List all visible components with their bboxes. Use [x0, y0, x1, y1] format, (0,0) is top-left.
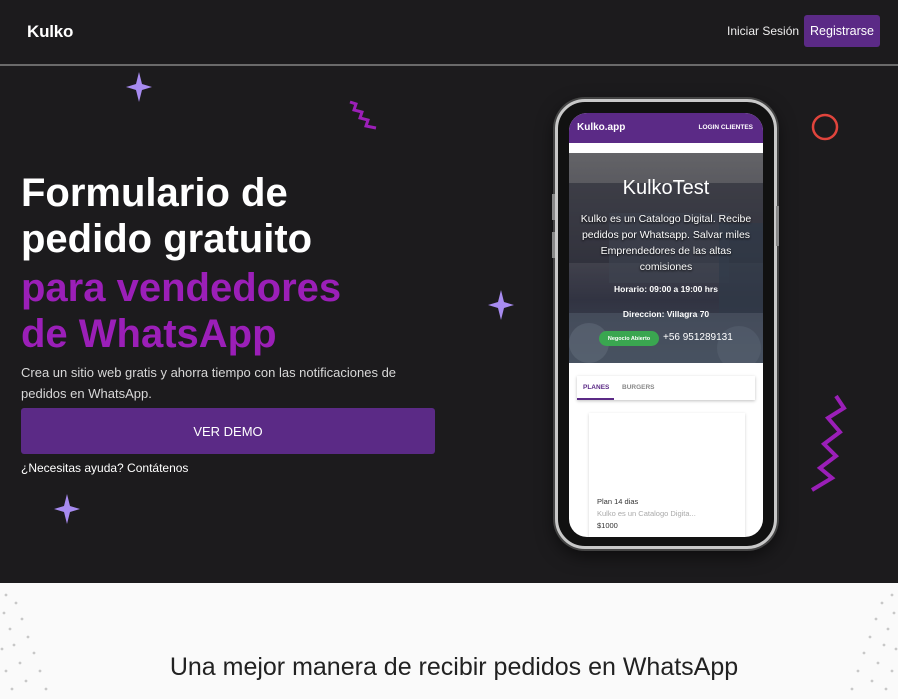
app-bar: Kulko.app LOGIN CLIENTES	[569, 113, 763, 143]
zigzag-icon	[810, 394, 847, 492]
hero-heading-line: Formulario de	[21, 171, 288, 215]
section-heading: Una mejor manera de recibir pedidos en W…	[169, 653, 739, 681]
status-badge: Negocio Abierto	[599, 331, 659, 346]
shop-banner: KulkoTest Kulko es un Catalogo Digital. …	[569, 153, 763, 363]
hero-description: Crea un sitio web gratis y ahorra tiempo…	[21, 365, 397, 401]
hero-heading: Formulario de pedido gratuito	[21, 170, 441, 262]
app-title[interactable]: Kulko.app	[577, 122, 625, 133]
shop-hours: Horario: 09:00 a 19:00 hrs	[614, 284, 718, 294]
hero-section: Formulario de pedido gratuito para vende…	[0, 66, 898, 583]
sparkle-icon	[488, 290, 514, 320]
ring-icon	[811, 113, 839, 141]
shop-description: Kulko es un Catalogo Digital. Recibe ped…	[580, 213, 752, 273]
kulko-logo[interactable]: Kulko	[27, 22, 73, 42]
login-link[interactable]: Iniciar Sesión	[727, 24, 799, 38]
sparkle-icon	[126, 72, 152, 102]
top-nav: Kulko Iniciar Sesión Registrarse	[0, 0, 898, 66]
hero-heading-line: pedido gratuito	[21, 217, 313, 261]
phone-side-button	[552, 194, 555, 220]
shop-address: Direccion: Villagra 70	[622, 309, 710, 319]
app-login-link[interactable]: LOGIN CLIENTES	[698, 124, 753, 131]
shop-title: KulkoTest	[622, 177, 710, 199]
product-description: Kulko es un Catalogo Digita...	[597, 509, 696, 518]
phone-side-button	[552, 232, 555, 258]
shop-phone-number[interactable]: +56 951289131	[663, 332, 733, 343]
hero-heading-accent-line: de WhatsApp	[21, 312, 277, 356]
product-price: $1000	[597, 521, 618, 530]
sparkle-icon	[54, 494, 80, 524]
hero-heading-accent: para vendedores de WhatsApp	[21, 265, 441, 357]
active-tab-indicator	[577, 398, 614, 400]
product-name: Plan 14 dias	[597, 497, 639, 506]
tab-burgers[interactable]: BURGERS	[622, 384, 655, 391]
category-tabs: PLANES BURGERS	[577, 376, 755, 400]
squiggle-icon	[349, 100, 377, 130]
product-card[interactable]: Plan 14 dias Kulko es un Catalogo Digita…	[589, 413, 745, 537]
help-contact-link[interactable]: ¿Necesitas ayuda? Contátenos	[21, 461, 188, 475]
phone-mockup: Kulko.app LOGIN CLIENTES KulkoTest Kulko…	[555, 99, 777, 549]
phone-side-button	[776, 206, 779, 246]
register-button[interactable]: Registrarse	[804, 15, 880, 47]
view-demo-button[interactable]: VER DEMO	[21, 408, 435, 454]
hero-heading-accent-line: para vendedores	[21, 266, 342, 310]
tab-planes[interactable]: PLANES	[583, 384, 609, 391]
phone-screen: Kulko.app LOGIN CLIENTES KulkoTest Kulko…	[569, 113, 763, 537]
